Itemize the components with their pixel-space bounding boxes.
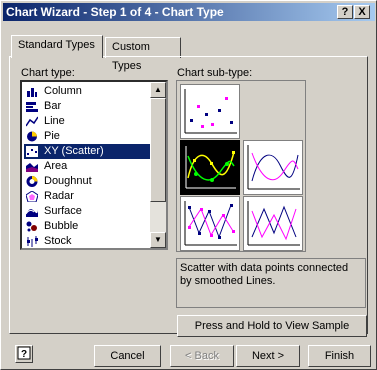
scatter-chart-icon [26,146,38,157]
svg-text:?: ? [21,349,27,360]
subtype-scatter-markers[interactable] [180,84,240,139]
press-and-hold-button[interactable]: Press and Hold to View Sample [177,315,367,337]
line-chart-icon [26,116,38,127]
next-button[interactable]: Next > [236,345,300,367]
window-title: Chart Wizard - Step 1 of 4 - Chart Type [6,5,224,19]
title-bar: Chart Wizard - Step 1 of 4 - Chart Type … [3,3,375,21]
chart-subtype-label: Chart sub-type: [177,67,253,79]
scroll-up-button[interactable]: ▲ [150,82,166,98]
list-item-line[interactable]: Line [24,114,151,129]
list-item-label: Column [44,85,82,97]
pie-chart-icon [27,131,37,142]
straight-lines-markers-preview [184,201,237,246]
chart-subtype-grid [176,80,306,252]
chart-type-label: Chart type: [21,67,75,79]
bubble-chart-icon [26,221,37,232]
list-item-doughnut[interactable]: Doughnut [24,174,151,189]
doughnut-chart-icon [26,176,38,187]
back-button[interactable]: < Back [170,345,234,367]
list-item-stock[interactable]: Stock [24,234,151,248]
radar-chart-icon [26,191,38,202]
tab-custom-types[interactable]: Custom Types [105,37,181,72]
chart-type-list[interactable]: Column Bar Line Pie XY (Scatter) Area Do… [20,80,168,250]
finish-button[interactable]: Finish [308,345,371,367]
help-icon: ? [17,346,31,360]
cancel-button[interactable]: Cancel [94,345,161,367]
tab-label: Standard Types [18,39,95,51]
list-item-label: Area [44,160,68,172]
area-chart-icon [26,163,38,172]
scroll-down-button[interactable]: ▼ [150,232,166,248]
surface-chart-icon [26,209,38,217]
stock-chart-icon [27,236,38,247]
list-item-area[interactable]: Area [24,159,151,174]
list-item-pie[interactable]: Pie [24,129,151,144]
list-item-label: Bar [44,100,62,112]
list-item-bubble[interactable]: Bubble [24,219,151,234]
subtype-straight-lines-markers[interactable] [180,196,240,251]
list-item-label: Radar [44,190,74,202]
list-item-label: Stock [44,235,72,247]
scatter-markers-preview [184,89,237,134]
list-item-surface[interactable]: Surface [24,204,151,219]
bar-chart-icon [26,102,38,112]
list-scrollbar[interactable]: ▲ ▼ [150,82,166,248]
chart-wizard-dialog: Chart Wizard - Step 1 of 4 - Chart Type … [0,0,377,370]
column-chart-icon [27,88,37,97]
scroll-thumb[interactable] [150,98,166,202]
office-assistant-button[interactable]: ? [15,345,33,363]
list-item-label: Bubble [44,220,79,232]
list-item-label: Doughnut [44,175,92,187]
list-item-bar[interactable]: Bar [24,99,151,114]
straight-lines-preview [247,201,300,246]
list-item-column[interactable]: Column [24,84,151,99]
list-item-label: Surface [44,205,82,217]
list-item-label: XY (Scatter) [44,145,104,157]
smoothed-lines-preview [247,145,300,190]
close-button[interactable]: X [354,5,370,19]
tab-standard-types[interactable]: Standard Types [11,35,103,58]
list-item-radar[interactable]: Radar [24,189,151,204]
smoothed-lines-markers-preview [185,146,236,189]
subtype-smoothed-lines[interactable] [243,140,303,195]
list-item-xy-scatter[interactable]: XY (Scatter) [24,144,151,159]
help-title-button[interactable]: ? [337,5,353,19]
list-item-label: Pie [44,130,60,142]
subtype-straight-lines[interactable] [243,196,303,251]
list-item-label: Line [44,115,65,127]
subtype-smoothed-lines-markers[interactable] [180,140,240,195]
subtype-description: Scatter with data points connected by sm… [176,258,366,308]
